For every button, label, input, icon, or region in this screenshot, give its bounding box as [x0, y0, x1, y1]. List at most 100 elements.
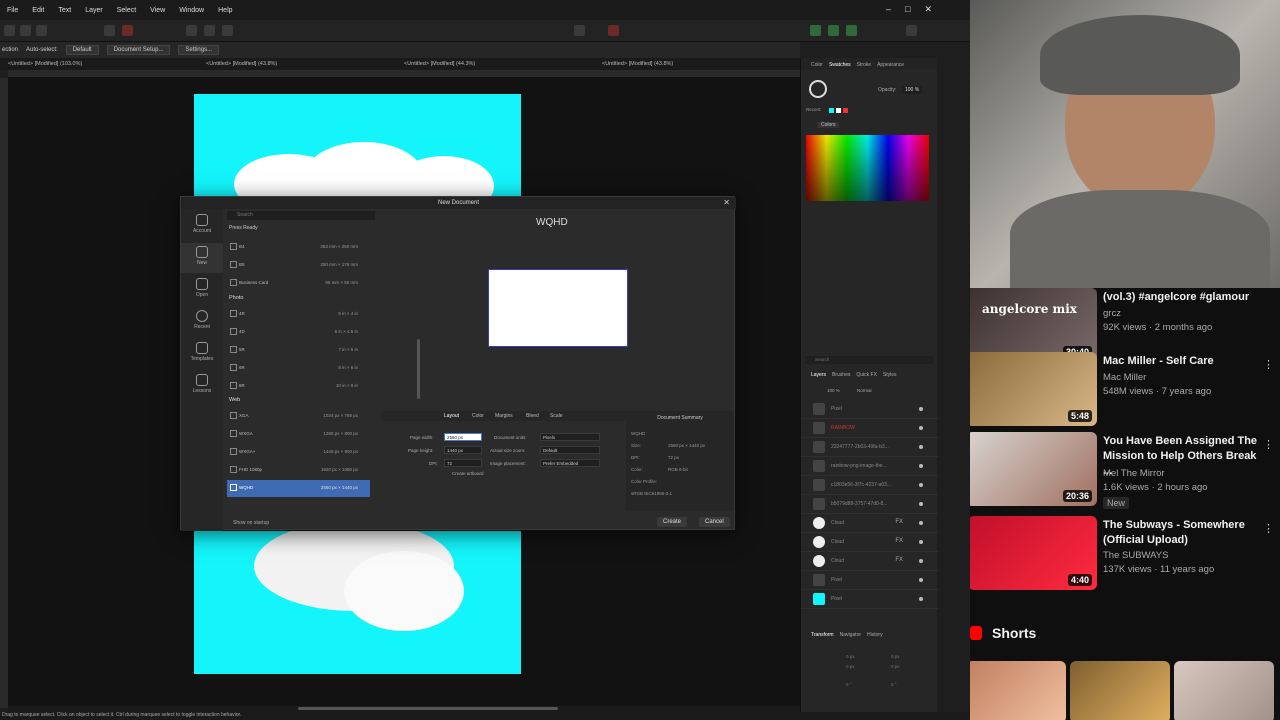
sidebar-item-account[interactable]: Account [181, 211, 223, 241]
minimize-button[interactable]: – [886, 4, 891, 15]
align-icon[interactable] [204, 25, 215, 36]
layer-row[interactable]: RAINBOW [801, 419, 938, 438]
fx-icon[interactable]: FX [895, 519, 903, 525]
tab-scale[interactable]: Scale [550, 413, 563, 419]
sidebar-item-recent[interactable]: Recent [181, 307, 223, 337]
layer-opacity-field[interactable]: 100 % [827, 388, 840, 393]
sidebar-item-open[interactable]: Open [181, 275, 223, 305]
tab-layout[interactable]: Layout [444, 413, 459, 419]
tab-layers[interactable]: Layers [811, 372, 826, 382]
channel-name[interactable]: Mac Miller [1103, 372, 1146, 383]
menu-file[interactable]: File [0, 7, 25, 14]
show-on-startup-checkbox[interactable]: Show on startup [233, 520, 269, 526]
short-thumbnail[interactable] [1174, 661, 1274, 720]
menu-view[interactable]: View [143, 7, 172, 14]
opacity-field[interactable]: 100 % [902, 86, 923, 94]
tab-stroke[interactable]: Stroke [857, 62, 871, 70]
tab-styles[interactable]: Styles [883, 372, 897, 382]
tab-history[interactable]: History [867, 632, 883, 642]
preset-item[interactable]: 8R 10 in × 8 in [227, 378, 370, 395]
boolean-icon[interactable] [828, 25, 839, 36]
menu-window[interactable]: Window [172, 7, 211, 14]
sidebar-item-templates[interactable]: Templates [181, 339, 223, 369]
layer-row[interactable]: Pixel [801, 571, 938, 590]
tab-color[interactable]: Color [811, 62, 823, 70]
visibility-icon[interactable] [919, 578, 923, 582]
channel-name[interactable]: Mel The Mirror [1103, 468, 1165, 479]
video-title[interactable]: The Subways - Somewhere (Official Upload… [1103, 518, 1263, 548]
tab-brushes[interactable]: Brushes [832, 372, 850, 382]
layer-row[interactable]: Pixel [801, 400, 938, 419]
close-icon[interactable]: ✕ [723, 197, 730, 209]
close-window-button[interactable]: ✕ [924, 4, 932, 15]
tab-document-1[interactable]: <Untitled> [Modified] (103.0%) [8, 61, 82, 67]
preset-item[interactable]: 6R 8 in × 6 in [227, 360, 370, 377]
preset-item[interactable]: WXGA+ 1440 px × 900 px [227, 444, 370, 461]
blend-mode-dropdown[interactable]: Normal [857, 388, 872, 393]
cancel-button[interactable]: Cancel [699, 517, 730, 527]
persona-photo-icon[interactable] [4, 25, 15, 36]
color-palette-grid[interactable] [806, 135, 929, 201]
video-thumbnail[interactable]: angelcore mix 30:40 [970, 288, 1097, 362]
video-title[interactable]: (vol.3) #angelcore #glamour [1103, 290, 1263, 305]
account-icon[interactable] [906, 25, 917, 36]
artwork-top[interactable] [194, 94, 521, 198]
geometry-icon[interactable] [846, 25, 857, 36]
visibility-icon[interactable] [919, 445, 923, 449]
transform-h-field[interactable]: 0 px [891, 664, 900, 669]
sidebar-item-new[interactable]: New [181, 243, 223, 273]
video-item[interactable]: 4:40 The Subways - Somewhere (Official U… [970, 516, 1280, 596]
group-photo[interactable]: Photo [229, 295, 243, 301]
menu-text[interactable]: Text [51, 7, 78, 14]
grid-icon[interactable] [222, 25, 233, 36]
tab-navigator[interactable]: Navigator [840, 632, 861, 642]
document-icon[interactable] [104, 25, 115, 36]
tab-bleed[interactable]: Bleed [526, 413, 539, 419]
tab-document-4[interactable]: <Untitled> [Modified] (43.8%) [602, 61, 673, 67]
preset-item-selected[interactable]: WQHD 2560 px × 1440 px [227, 480, 370, 497]
tab-color[interactable]: Color [472, 413, 484, 419]
video-item[interactable]: 20:36 You Have Been Assigned The Mission… [970, 432, 1280, 512]
tab-margins[interactable]: Margins [495, 413, 513, 419]
transform-w-field[interactable]: 0 px [891, 654, 900, 659]
pen-icon[interactable] [574, 25, 585, 36]
layer-row[interactable]: b5079d88-3757-47d0-8... [801, 495, 938, 514]
transform-y-field[interactable]: 0 px [846, 664, 855, 669]
recent-swatch[interactable] [836, 108, 841, 113]
video-thumbnail[interactable]: 20:36 [970, 432, 1097, 506]
layer-row[interactable]: rainbow-png-image-the... [801, 457, 938, 476]
sidebar-item-lessons[interactable]: Lessons [181, 371, 223, 401]
transform-rotate-field[interactable]: 0 ° [846, 682, 852, 687]
fill-swatch-icon[interactable] [809, 80, 827, 98]
preset-search-input[interactable]: Search [227, 211, 375, 220]
panel-search-input[interactable]: Search [805, 356, 933, 364]
layer-row[interactable]: Pixel [801, 590, 938, 609]
visibility-icon[interactable] [919, 502, 923, 506]
document-units-dropdown[interactable]: Pixels [540, 433, 600, 441]
menu-edit[interactable]: Edit [25, 7, 51, 14]
transform-x-field[interactable]: 0 px [846, 654, 855, 659]
layer-row[interactable]: Cloud FX [801, 533, 938, 552]
snap-icon[interactable] [186, 25, 197, 36]
short-thumbnail[interactable] [1070, 661, 1170, 720]
tab-document-2[interactable]: <Untitled> [Modified] (43.8%) [206, 61, 277, 67]
preset-item[interactable]: XGA 1024 px × 768 px [227, 408, 370, 425]
page-width-input[interactable]: 2560 px [444, 433, 482, 441]
preset-item[interactable]: B5 250 mm × 176 mm [227, 257, 370, 274]
visibility-icon[interactable] [919, 464, 923, 468]
video-item[interactable]: 5:48 Mac Miller - Self Care Mac Miller 5… [970, 352, 1280, 432]
settings-button[interactable]: Settings... [178, 45, 220, 55]
actual-size-zoom-dropdown[interactable]: Default [540, 446, 600, 454]
arrange-icon[interactable] [810, 25, 821, 36]
auto-select-dropdown[interactable]: Default [65, 45, 99, 55]
page-height-input[interactable]: 1440 px [444, 446, 482, 454]
recent-swatch[interactable] [843, 108, 848, 113]
short-thumbnail[interactable] [970, 661, 1066, 720]
fx-icon[interactable]: FX [895, 557, 903, 563]
maximize-button[interactable]: □ [905, 4, 910, 15]
tab-transform[interactable]: Transform [811, 632, 834, 642]
channel-name[interactable]: The SUBWAYS [1103, 550, 1168, 561]
video-title[interactable]: Mac Miller - Self Care [1103, 354, 1263, 369]
preset-item[interactable]: FHD 1080p 1920 px × 1080 px [227, 462, 370, 479]
document-setup-button[interactable]: Document Setup... [106, 45, 171, 55]
